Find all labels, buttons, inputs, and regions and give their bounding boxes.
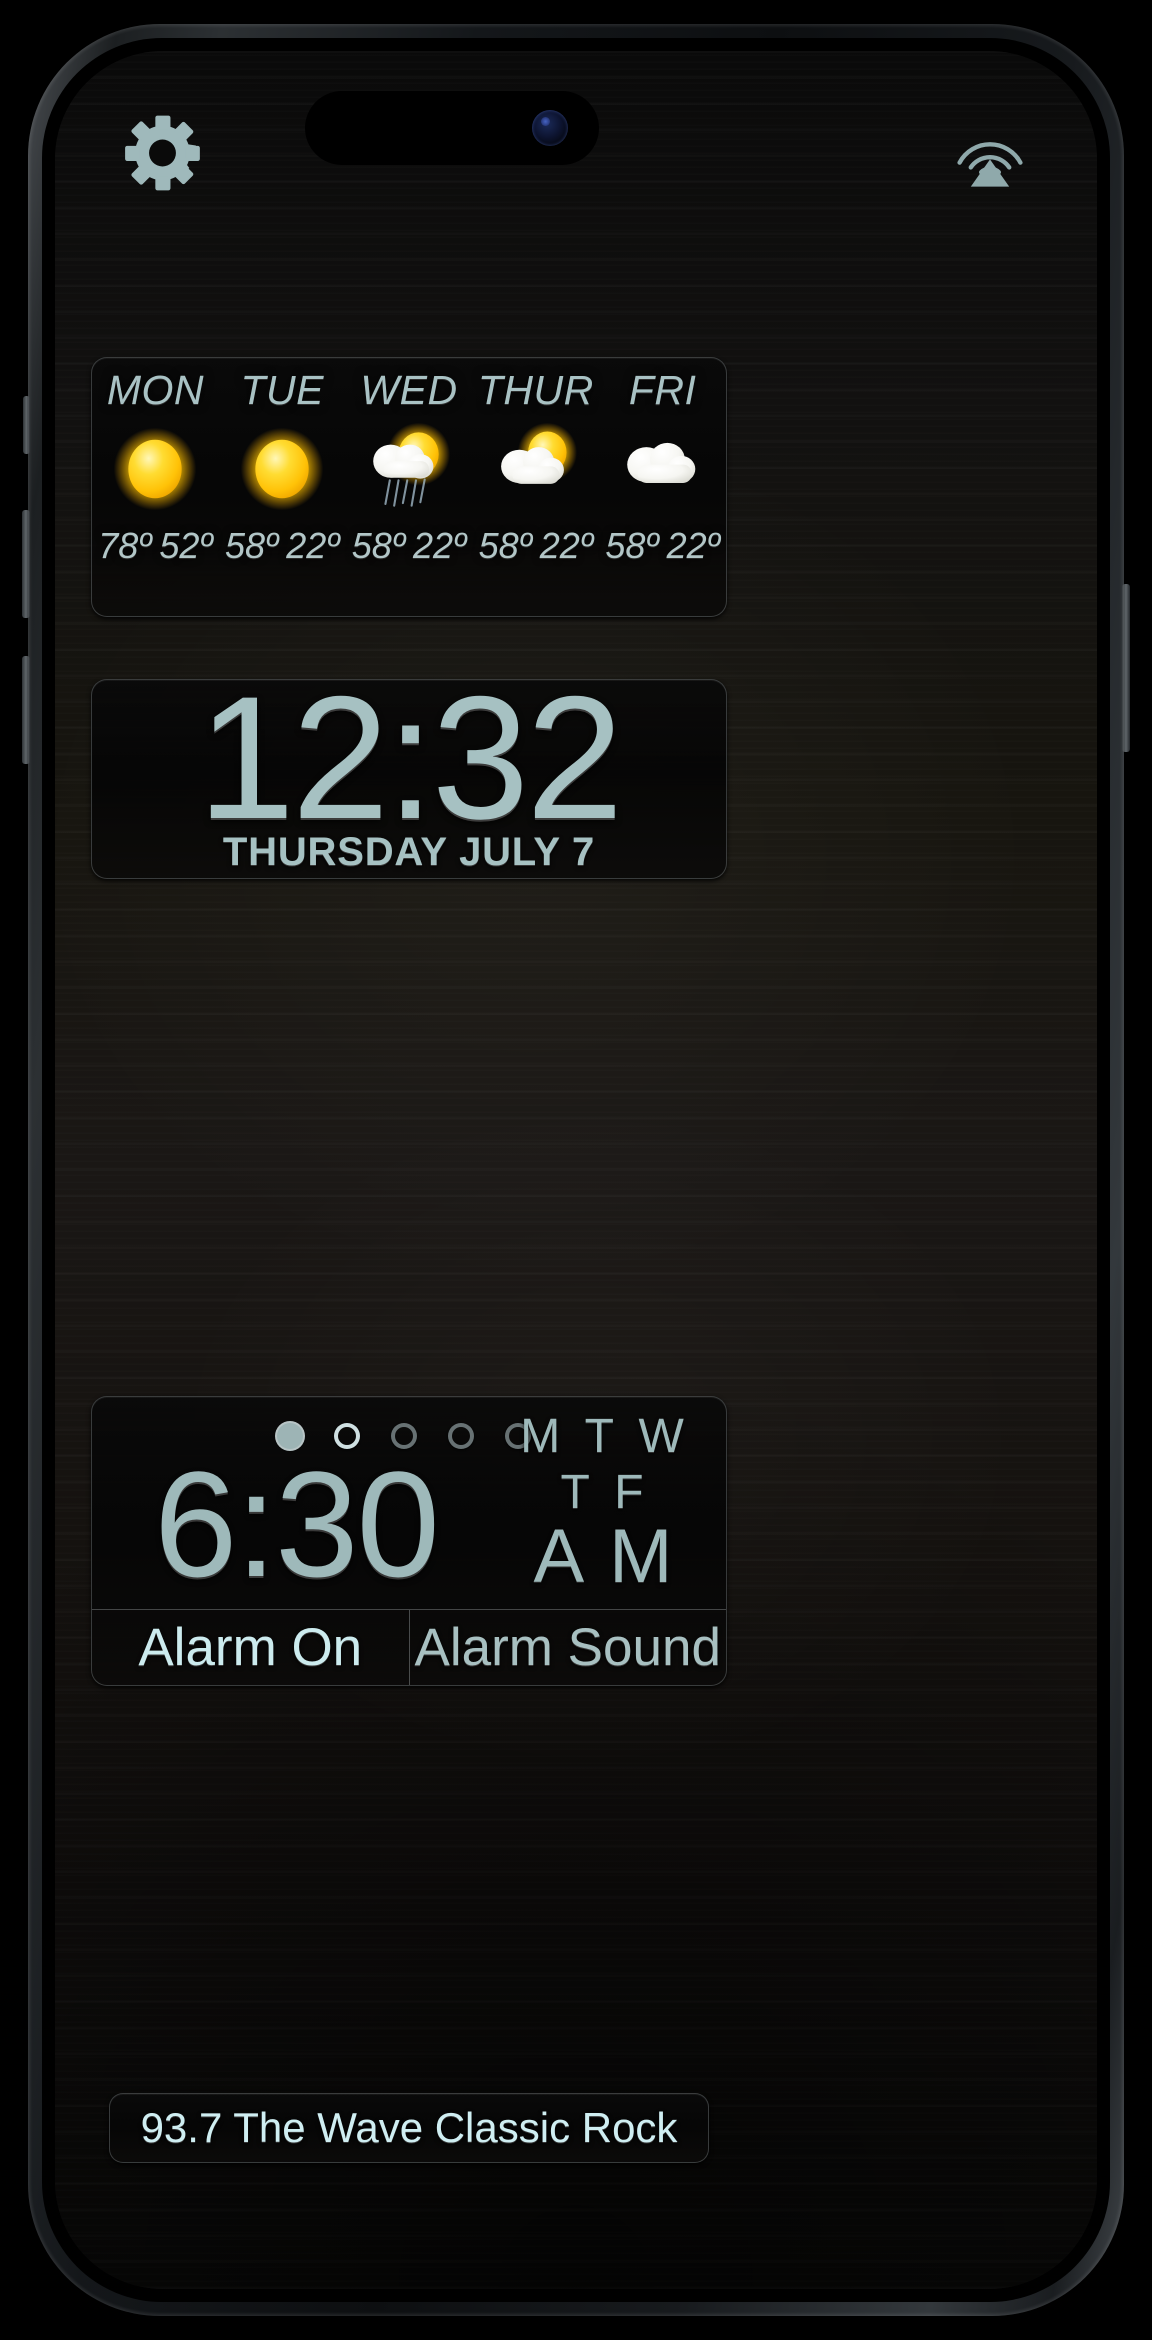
forecast-temps: 58º 22º <box>605 525 719 567</box>
gear-icon <box>125 115 200 191</box>
alarm-on-button[interactable]: Alarm On <box>92 1610 410 1685</box>
forecast-low: 22º <box>666 525 720 566</box>
forecast-day-mon[interactable]: MON 78º 52º <box>92 358 219 616</box>
clock-inner: 12:32 THURSDAY JULY 7 <box>92 671 726 878</box>
forecast-low: 22º <box>286 525 340 566</box>
mute-switch[interactable] <box>23 396 30 454</box>
forecast-day-label: TUE <box>240 367 324 413</box>
volume-up-button[interactable] <box>22 510 30 618</box>
alarm-repeat-days[interactable]: M T W T F A M <box>500 1413 710 1595</box>
volume-down-button[interactable] <box>22 656 30 764</box>
forecast-high: 58º <box>224 525 279 566</box>
forecast-day-tue[interactable]: TUE 58º 22º <box>219 358 346 616</box>
sun-cloud-rain-icon <box>361 422 457 515</box>
weather-forecast-row: MON 78º 52º TUE 58º 22º WED 58º 22º THUR… <box>92 358 726 616</box>
alarm-top: 6:30 M T W T F A M <box>92 1397 726 1611</box>
airplay-button[interactable] <box>949 113 1031 193</box>
forecast-high: 58º <box>605 525 659 566</box>
alarm-widget[interactable]: 6:30 M T W T F A M Alarm On Alarm Sound <box>91 1396 727 1686</box>
forecast-temps: 58º 22º <box>225 525 339 567</box>
forecast-high: 58º <box>478 525 532 566</box>
screen: MON 78º 52º TUE 58º 22º WED 58º 22º THUR… <box>55 51 1097 2289</box>
alarm-meridiem: A M <box>533 1514 677 1599</box>
current-time: 12:32 <box>197 661 624 856</box>
weather-widget[interactable]: MON 78º 52º TUE 58º 22º WED 58º 22º THUR… <box>91 357 727 617</box>
alarm-days-row-2: T F <box>560 1466 650 1519</box>
sun-cloud-icon <box>488 422 584 515</box>
clock-widget[interactable]: 12:32 THURSDAY JULY 7 <box>91 671 727 879</box>
forecast-low: 22º <box>539 525 593 566</box>
forecast-day-fri[interactable]: FRI 58º 22º <box>599 358 726 616</box>
cloud-icon <box>615 423 711 515</box>
current-date: THURSDAY JULY 7 <box>222 830 596 875</box>
alarm-action-bar: Alarm On Alarm Sound <box>92 1609 726 1685</box>
alarm-time[interactable]: 6:30 <box>154 1449 440 1599</box>
forecast-low: 22º <box>412 525 467 566</box>
settings-button[interactable] <box>123 111 207 195</box>
forecast-day-wed[interactable]: WED 58º 22º <box>346 358 473 616</box>
forecast-day-label: MON <box>106 367 204 413</box>
power-button[interactable] <box>1122 584 1130 752</box>
alarm-slot-dot-4[interactable] <box>448 1423 474 1449</box>
dynamic-island <box>305 91 599 165</box>
forecast-day-label: FRI <box>628 367 697 413</box>
alarm-sound-button[interactable]: Alarm Sound <box>410 1610 727 1685</box>
forecast-high: 58º <box>351 525 405 566</box>
forecast-high: 78º <box>98 525 152 566</box>
forecast-day-thur[interactable]: THUR 58º 22º <box>472 358 599 616</box>
forecast-temps: 58º 22º <box>352 525 466 567</box>
airplay-icon <box>957 142 1023 187</box>
sun-icon <box>112 423 198 515</box>
forecast-day-label: THUR <box>477 367 594 413</box>
forecast-low: 52º <box>159 525 213 566</box>
sun-icon <box>239 423 325 515</box>
radio-station-label: 93.7 The Wave Classic Rock <box>140 2104 678 2151</box>
front-camera-icon <box>532 110 568 146</box>
screen-bezel: MON 78º 52º TUE 58º 22º WED 58º 22º THUR… <box>42 38 1110 2302</box>
radio-station-bar[interactable]: 93.7 The Wave Classic Rock <box>109 2093 709 2163</box>
forecast-temps: 58º 22º <box>479 525 593 567</box>
forecast-temps: 78º 52º <box>98 525 212 567</box>
phone-frame: MON 78º 52º TUE 58º 22º WED 58º 22º THUR… <box>22 24 1130 2316</box>
alarm-days-row-1: M T W <box>520 1410 690 1463</box>
forecast-day-label: WED <box>360 367 458 413</box>
